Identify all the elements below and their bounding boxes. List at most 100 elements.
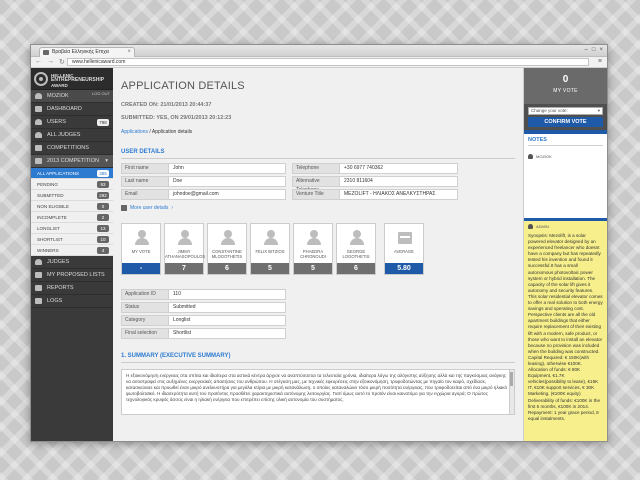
info-label: Application ID [121,289,169,300]
reload-icon[interactable]: ↻ [59,58,65,66]
logs-icon [35,298,42,304]
url-input[interactable]: www.hellenicaward.com [67,58,589,66]
browser-menu-icon[interactable]: ≡ [598,58,602,65]
sidebar-sub-winners[interactable]: WINNERS 4 [31,245,113,256]
detail-row-telephone: Telephone +30 6977 740362 [292,163,458,174]
vote-card-score: 5 [294,263,332,274]
sidebar-item-competitions[interactable]: COMPETITIONS [31,142,113,155]
page-title: APPLICATION DETAILS [121,80,245,92]
judges-icon [35,259,42,265]
divider [121,158,515,159]
admin-note-text: Synopsis: Mezolift, is a solar powered e… [528,233,603,421]
avatar-icon [177,230,193,246]
vote-card-average: AVERAGE 5.80 [384,223,424,275]
detail-label: Email [121,189,169,200]
sidebar-item-logs[interactable]: LOGS [31,295,113,308]
vote-card-my-vote[interactable]: MY VOTE - [121,223,161,275]
sidebar-item-users[interactable]: USERS 798 [31,116,113,129]
summary-text: Η εξοικονόμηση ενέργειας στα σπίτια και … [126,373,508,402]
vote-card-score: 7 [165,263,203,274]
sidebar-sub-non-eligible[interactable]: NON ELIGIBLE 0 [31,201,113,212]
sidebar-sub-longlist[interactable]: LONGLIST 13 [31,223,113,234]
sidebar-item-dashboard[interactable]: DASHBOARD [31,103,113,116]
count-badge: 13 [97,225,109,232]
sidebar-sub-incomplete[interactable]: INCOMPLETE 2 [31,212,113,223]
users-icon [35,119,42,125]
expand-icon [121,205,127,211]
sidebar-user[interactable]: MOZIOK log out [31,90,113,103]
close-tab-icon[interactable]: × [127,48,131,57]
notes-heading: NOTES [528,137,547,143]
forward-icon[interactable]: → [47,58,54,66]
vote-card-name: CONSTANTINE MLOGOTHETIS [211,249,243,259]
sidebar-item-reports[interactable]: REPORTS [31,282,113,295]
user-details-heading: USER DETAILS [121,149,165,155]
brand-logo[interactable]: HELLENIC ENTREPRENEURSHIP AWARD [31,68,113,90]
detail-row-alt-telephone: Alternative Telephone 2310 811604 [292,176,458,193]
sidebar-item-all-judges[interactable]: ALL JUDGES [31,129,113,142]
avatar-icon [263,230,279,246]
created-date: CREATED ON: 21/01/2013 20:44:37 [121,102,212,108]
admin-note-author-name: ADMIN [536,224,549,229]
change-vote-select[interactable]: Change your vote: ▾ [528,107,603,115]
sidebar-item-label: LOGS [47,298,63,304]
sidebar-item-my-proposed-lists[interactable]: MY PROPOSED LISTS [31,269,113,282]
competitions-icon [35,145,42,151]
summary-textbox[interactable]: Η εξοικονόμηση ενέργειας στα σπίτια και … [121,369,515,415]
count-badge: 10 [97,236,109,243]
count-badge: 385 [97,170,109,177]
minimize-icon[interactable]: – [585,47,588,53]
users-count-badge: 798 [97,119,109,126]
vote-card-score: 6 [337,263,375,274]
vote-card-name: PHAEDRA CHRONOUDI [300,249,326,259]
sidebar-sub-label: PENDING [37,182,58,187]
sidebar-sub-pending[interactable]: PENDING 93 [31,179,113,190]
vote-card-judge: GEORGE LOGOTHETIS 6 [336,223,376,275]
vote-card-score: 6 [208,263,246,274]
vote-card-name: FELIX BITZIOS [255,249,285,254]
note-author-name: MOZIOK [536,154,552,159]
vote-controls: Change your vote: ▾ CONFIRM VOTE [524,104,607,130]
sidebar-sub-shortlist[interactable]: SHORTLIST 10 [31,234,113,245]
info-value: Submitted [169,302,286,313]
judge-votes: MY VOTE - JIMMY ATHANASOPOULOS 7 CONSTAN… [121,223,515,275]
browser-tab[interactable]: Βραβεία Ελληνικής Επιχει × [39,47,135,57]
summary-scrollbar[interactable] [509,370,514,414]
more-user-details-link[interactable]: More user details › [121,205,515,211]
sidebar-sub-all-applications[interactable]: ALL APPLICATIONS 385 [31,168,113,179]
sidebar-item-judges[interactable]: JUDGES [31,256,113,269]
info-row-status: Status Submitted [121,302,286,313]
sidebar-sub-label: WINNERS [37,248,59,253]
detail-label: Venture Title [292,189,340,200]
sidebar-item-2013-competition[interactable]: 2013 COMPETITION ▾ [31,155,113,168]
info-label: Category [121,315,169,326]
sidebar-sub-label: NON ELIGIBLE [37,204,69,209]
tab-bar: Βραβεία Ελληνικής Επιχει × – □ × [31,45,607,57]
user-icon [35,93,42,99]
sidebar-sub-submitted[interactable]: SUBMITTED 292 [31,190,113,201]
admin-note: ADMIN Synopsis: Mezolift, is a solar pow… [524,218,607,441]
breadcrumb-applications-link[interactable]: Applications [121,129,148,135]
note-author: MOZIOK [528,154,603,159]
logout-link[interactable]: log out [92,92,110,96]
submitted-date: SUBMITTED: YES, ON 29/01/2013 20:12:23 [121,115,232,121]
address-bar: ← → ↻ www.hellenicaward.com ≡ [31,57,607,68]
brand-line3: AWARD [51,83,68,88]
maximize-icon[interactable]: □ [592,47,596,53]
confirm-vote-button[interactable]: CONFIRM VOTE [528,117,603,127]
dashboard-icon [35,106,42,112]
browser-window: Βραβεία Ελληνικής Επιχει × – □ × ← → ↻ w… [30,44,608,442]
close-window-icon[interactable]: × [599,47,603,53]
info-label: Status [121,302,169,313]
vote-card-name: AVERAGE [394,249,414,254]
user-icon [528,154,533,159]
detail-row-first-name: First name John [121,163,286,174]
sidebar-sub-label: ALL APPLICATIONS [37,171,80,176]
user-icon [528,224,533,229]
back-icon[interactable]: ← [35,58,42,66]
list-icon [35,272,42,278]
vote-card-name: MY VOTE [131,249,151,254]
info-value: Shortlist [169,328,286,339]
info-row-category: Category Longlist [121,315,286,326]
avatar-icon [306,230,322,246]
